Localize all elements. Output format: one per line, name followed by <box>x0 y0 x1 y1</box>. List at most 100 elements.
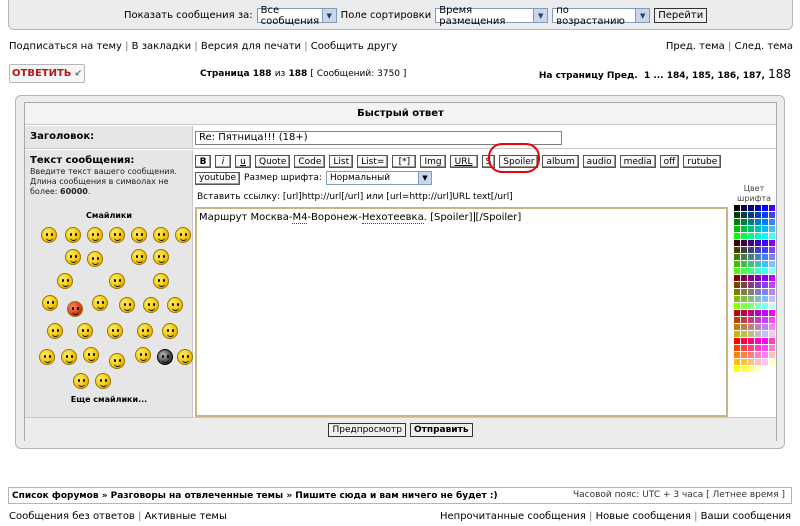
color-swatch[interactable] <box>748 296 754 302</box>
bookmark-link[interactable]: В закладки <box>132 41 192 52</box>
color-swatch[interactable] <box>769 359 775 365</box>
smiley-icon[interactable] <box>41 227 57 243</box>
color-swatch[interactable] <box>734 275 740 281</box>
color-swatch[interactable] <box>741 310 747 316</box>
bbcode-list-button[interactable]: List <box>329 155 354 168</box>
color-swatch[interactable] <box>748 289 754 295</box>
bomb-smiley-icon[interactable] <box>157 349 173 365</box>
color-swatch[interactable] <box>748 338 754 344</box>
bbcode-img-button[interactable]: Img <box>420 155 446 168</box>
more-smileys-link[interactable]: Еще смайлики... <box>25 395 193 404</box>
color-swatch[interactable] <box>762 366 768 372</box>
color-swatch[interactable] <box>741 296 747 302</box>
color-swatch[interactable] <box>769 296 775 302</box>
color-swatch[interactable] <box>734 219 740 225</box>
color-swatch[interactable] <box>762 261 768 267</box>
color-swatch[interactable] <box>755 226 761 232</box>
color-swatch[interactable] <box>734 268 740 274</box>
color-swatch[interactable] <box>741 212 747 218</box>
smiley-icon[interactable] <box>77 323 93 339</box>
smiley-icon[interactable] <box>65 227 81 243</box>
color-swatch[interactable] <box>748 233 754 239</box>
color-swatch[interactable] <box>762 289 768 295</box>
smiley-icon[interactable] <box>83 347 99 363</box>
smiley-icon[interactable] <box>61 349 77 365</box>
color-swatch[interactable] <box>734 303 740 309</box>
color-swatch[interactable] <box>769 240 775 246</box>
color-swatch[interactable] <box>769 345 775 351</box>
go-button[interactable]: Перейти <box>654 8 708 23</box>
color-swatch[interactable] <box>755 324 761 330</box>
color-swatch[interactable] <box>734 338 740 344</box>
color-swatch[interactable] <box>762 359 768 365</box>
color-swatch[interactable] <box>762 317 768 323</box>
color-swatch[interactable] <box>734 310 740 316</box>
preview-button[interactable]: Предпросмотр <box>328 422 407 437</box>
color-swatch[interactable] <box>762 352 768 358</box>
color-swatch[interactable] <box>769 226 775 232</box>
color-swatch[interactable] <box>734 212 740 218</box>
bbcode-off-button[interactable]: off <box>659 155 680 168</box>
smiley-icon[interactable] <box>39 349 55 365</box>
color-swatch[interactable] <box>762 282 768 288</box>
your-posts-link[interactable]: Ваши сообщения <box>701 511 791 522</box>
smiley-icon[interactable] <box>107 323 123 339</box>
color-swatch[interactable] <box>769 275 775 281</box>
color-swatch[interactable] <box>769 282 775 288</box>
active-topics-link[interactable]: Активные темы <box>145 511 227 522</box>
color-swatch[interactable] <box>755 268 761 274</box>
reply-button[interactable]: ОТВЕТИТЬ ↙ <box>9 64 85 83</box>
color-swatch[interactable] <box>741 205 747 211</box>
color-swatch[interactable] <box>769 233 775 239</box>
devil-smiley-icon[interactable] <box>67 301 83 317</box>
color-swatch[interactable] <box>755 352 761 358</box>
color-swatch[interactable] <box>769 254 775 260</box>
bbcode-media-button[interactable]: media <box>619 155 656 168</box>
color-swatch[interactable] <box>748 345 754 351</box>
bbcode-album-button[interactable]: album <box>542 155 579 168</box>
color-swatch[interactable] <box>741 261 747 267</box>
font-size-select[interactable]: Нормальный ▼ <box>325 171 432 185</box>
smiley-icon[interactable] <box>162 323 178 339</box>
color-swatch[interactable] <box>748 240 754 246</box>
color-swatch[interactable] <box>748 282 754 288</box>
color-swatch[interactable] <box>762 205 768 211</box>
color-swatch[interactable] <box>769 366 775 372</box>
bbcode-underline-button[interactable]: u <box>235 155 251 168</box>
color-swatch[interactable] <box>762 268 768 274</box>
color-swatch[interactable] <box>755 296 761 302</box>
bbcode-list-item-button[interactable]: [*] <box>392 155 417 168</box>
color-swatch[interactable] <box>755 359 761 365</box>
color-swatch[interactable] <box>762 345 768 351</box>
color-swatch[interactable] <box>748 226 754 232</box>
breadcrumb-topic-link[interactable]: Пишите сюда и вам ничего не будет :) <box>295 491 497 501</box>
color-swatch[interactable] <box>748 331 754 337</box>
color-swatch[interactable] <box>762 324 768 330</box>
email-friend-link[interactable]: Сообщить другу <box>311 41 398 52</box>
show-period-select[interactable]: Все сообщения ▼ <box>256 5 337 27</box>
color-swatch[interactable] <box>769 324 775 330</box>
color-swatch[interactable] <box>769 205 775 211</box>
color-swatch[interactable] <box>748 352 754 358</box>
color-swatch[interactable] <box>755 205 761 211</box>
color-swatch[interactable] <box>741 275 747 281</box>
smiley-icon[interactable] <box>73 373 89 389</box>
color-swatch[interactable] <box>734 317 740 323</box>
sort-order-select[interactable]: по возрастанию ▼ <box>552 5 651 27</box>
color-swatch[interactable] <box>734 352 740 358</box>
color-swatch[interactable] <box>769 338 775 344</box>
smiley-icon[interactable] <box>95 373 111 389</box>
color-swatch[interactable] <box>748 310 754 316</box>
color-swatch[interactable] <box>748 247 754 253</box>
prev-page-link[interactable]: Пред. <box>607 71 638 81</box>
color-swatch[interactable] <box>734 282 740 288</box>
color-swatch[interactable] <box>769 212 775 218</box>
next-topic-link[interactable]: След. тема <box>735 41 793 52</box>
color-swatch[interactable] <box>734 233 740 239</box>
color-swatch[interactable] <box>734 205 740 211</box>
color-swatch[interactable] <box>755 261 761 267</box>
color-swatch[interactable] <box>748 268 754 274</box>
color-swatch[interactable] <box>741 338 747 344</box>
color-swatch[interactable] <box>748 275 754 281</box>
color-swatch[interactable] <box>755 247 761 253</box>
